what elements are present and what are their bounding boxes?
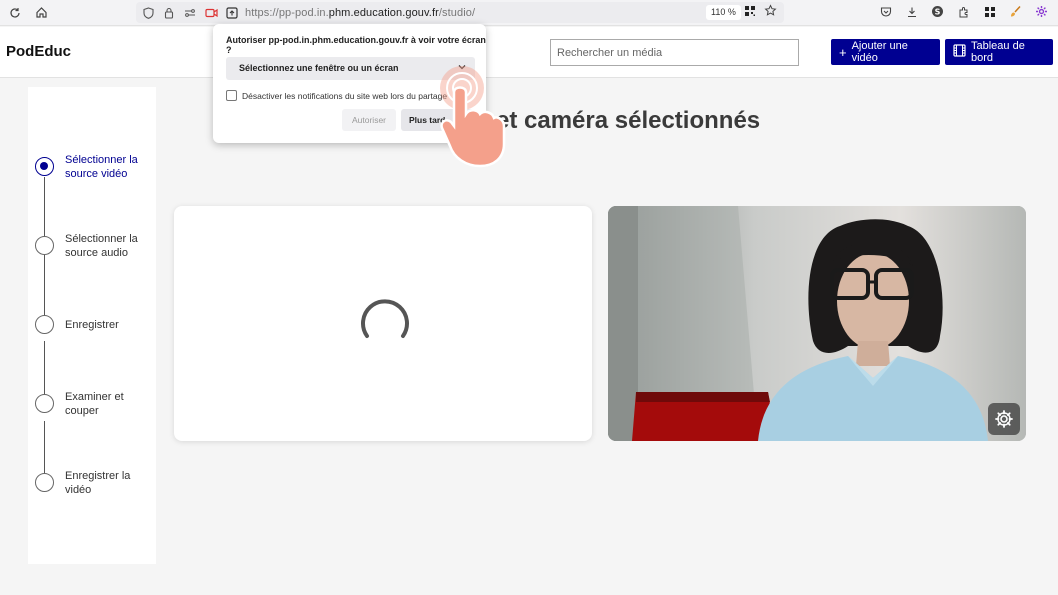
tap-hand-icon <box>440 66 506 168</box>
gear-icon <box>995 410 1013 428</box>
step-2-indicator[interactable] <box>35 236 54 255</box>
loading-spinner-icon <box>361 299 409 338</box>
screen-preview-card <box>174 206 592 441</box>
url-text[interactable]: https://pp-pod.in.phm.education.gouv.fr/… <box>245 7 475 19</box>
reload-icon[interactable] <box>4 2 26 24</box>
lock-icon[interactable] <box>160 4 178 22</box>
home-icon[interactable] <box>30 2 52 24</box>
shield-icon[interactable] <box>139 4 157 22</box>
site-logo[interactable]: PodEduc <box>6 43 71 60</box>
dashboard-label: Tableau de bord <box>971 40 1025 64</box>
select-value: Sélectionnez une fenêtre ou un écran <box>239 63 399 73</box>
pocket-icon[interactable] <box>877 3 894 20</box>
steps-sidebar: Sélectionner la source vidéo Sélectionne… <box>28 87 156 564</box>
svg-text:S: S <box>935 8 941 17</box>
extensions-icon[interactable] <box>955 3 972 20</box>
camera-settings-button[interactable] <box>988 403 1020 435</box>
step-4-indicator[interactable] <box>35 394 54 413</box>
step-1-indicator[interactable] <box>35 157 54 176</box>
plus-icon: + <box>839 44 847 60</box>
permissions-icon[interactable] <box>181 4 199 22</box>
account-icon[interactable]: S <box>929 3 946 20</box>
film-icon <box>953 44 966 60</box>
camera-preview-card <box>608 206 1026 441</box>
download-icon[interactable] <box>903 3 920 20</box>
page-title: et caméra sélectionnés <box>496 107 761 134</box>
step-5-label[interactable]: Enregistrer la vidéo <box>65 470 153 497</box>
settings-extension-icon[interactable] <box>1033 3 1050 20</box>
dashboard-button[interactable]: Tableau de bord <box>945 39 1053 65</box>
browser-toolbar: https://pp-pod.in.phm.education.gouv.fr/… <box>0 0 1058 26</box>
step-connector <box>44 177 45 236</box>
camera-feed-image <box>608 206 1026 441</box>
popup-title: Autoriser pp-pod.in.phm.education.gouv.f… <box>226 35 486 55</box>
qr-code-icon[interactable] <box>744 4 756 22</box>
screen-share-icon[interactable] <box>223 4 241 22</box>
camera-sharing-icon[interactable] <box>202 4 220 22</box>
disable-notifications-checkbox[interactable] <box>226 90 237 101</box>
add-video-button[interactable]: + Ajouter une vidéo <box>831 39 940 65</box>
qr-extension-icon[interactable] <box>981 3 998 20</box>
step-3-label[interactable]: Enregistrer <box>65 319 153 333</box>
checkbox-label: Désactiver les notifications du site web… <box>242 91 448 101</box>
add-video-label: Ajouter une vidéo <box>851 40 908 64</box>
app-header: PodEduc + Ajouter une vidéo Tableau de b… <box>0 27 1058 78</box>
address-bar[interactable]: https://pp-pod.in.phm.education.gouv.fr/… <box>136 2 784 23</box>
brush-extension-icon[interactable] <box>1007 3 1024 20</box>
step-4-label[interactable]: Examiner et couper <box>65 391 153 418</box>
search-input[interactable] <box>550 39 799 66</box>
allow-button[interactable]: Autoriser <box>342 109 396 131</box>
step-3-indicator[interactable] <box>35 315 54 334</box>
step-2-label[interactable]: Sélectionner la source audio <box>65 233 153 260</box>
step-1-label[interactable]: Sélectionner la source vidéo <box>65 154 153 181</box>
step-5-indicator[interactable] <box>35 473 54 492</box>
bookmark-star-icon[interactable] <box>764 4 777 22</box>
zoom-level[interactable]: 110 % <box>706 5 741 20</box>
